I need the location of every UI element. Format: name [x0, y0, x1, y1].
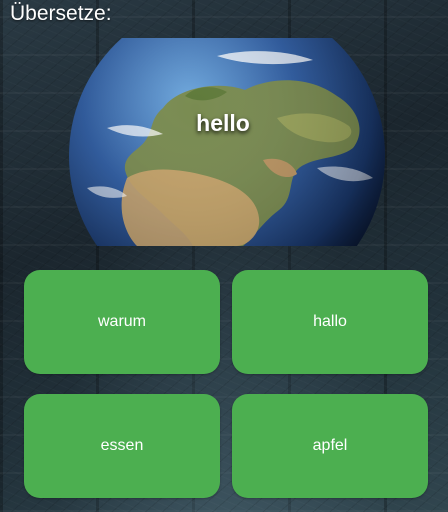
answer-button-1[interactable]: warum — [24, 270, 220, 374]
earth-globe-image — [67, 38, 387, 246]
answer-button-4[interactable]: apfel — [232, 394, 428, 498]
answer-label-1: warum — [97, 313, 146, 330]
answer-label-3: essen — [100, 437, 144, 454]
answer-label-4: apfel — [312, 437, 348, 454]
globe-graphic — [69, 38, 385, 246]
answer-button-3[interactable]: essen — [24, 394, 220, 498]
answer-label-2: hallo — [313, 313, 347, 330]
quiz-screen: Übersetze: hello warum hallo essen apfel — [0, 0, 448, 512]
prompt-label: Übersetze: — [10, 2, 112, 25]
word-to-translate: hello — [196, 110, 250, 136]
answer-button-2[interactable]: hallo — [232, 270, 428, 374]
